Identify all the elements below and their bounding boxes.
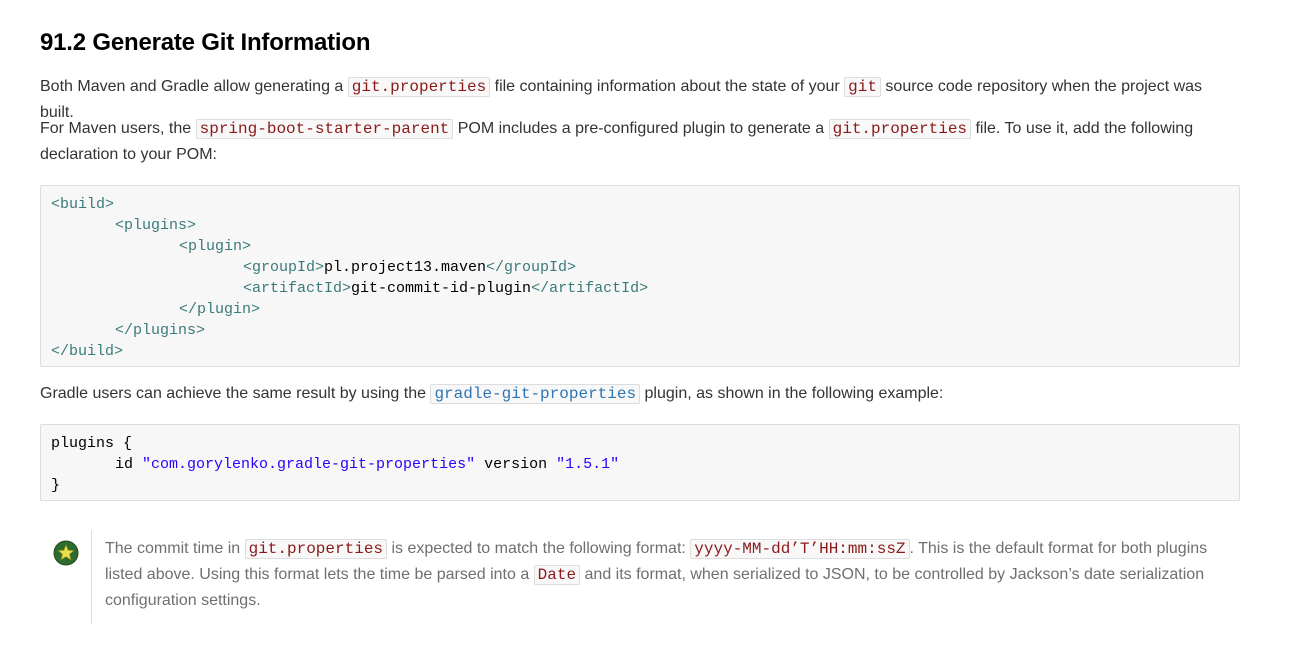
string-literal: "1.5.1" [556, 456, 620, 473]
xml-tag: </artifactId> [531, 280, 649, 297]
text: Both Maven and Gradle allow generating a [40, 78, 348, 95]
paragraph-gradle: Gradle users can achieve the same result… [40, 381, 1240, 407]
section-heading: 91.2 Generate Git Information [40, 29, 371, 56]
tip-admonition: The commit time in git.properties is exp… [40, 530, 1240, 624]
code-line: } [51, 477, 61, 494]
code-line: id "com.gorylenko.gradle-git-properties"… [51, 454, 1229, 475]
xml-value: git-commit-id-plugin [351, 280, 532, 297]
xml-tag: <groupId> [243, 259, 325, 276]
paragraph-maven: For Maven users, the spring-boot-starter… [40, 116, 1240, 168]
code-git: git [844, 77, 881, 97]
xml-value: pl.project13.maven [324, 259, 487, 276]
code-line: </build> [51, 343, 124, 360]
text: POM includes a pre-configured plugin to … [453, 120, 829, 137]
text: Gradle users can achieve the same result… [40, 385, 431, 402]
text: The commit time in [105, 540, 245, 557]
code-git-properties: git.properties [347, 77, 491, 97]
code-date: Date [533, 565, 581, 585]
code-line: <plugins> [115, 217, 197, 234]
code-starter-parent: spring-boot-starter-parent [195, 119, 454, 139]
code-line: plugins { [51, 435, 133, 452]
code-git-properties: git.properties [244, 539, 388, 559]
gradle-code-block[interactable]: plugins { id "com.gorylenko.gradle-git-pr… [40, 424, 1240, 501]
code-git-properties: git.properties [828, 119, 972, 139]
code-line: <groupId>pl.project13.maven</groupId> [51, 257, 1229, 278]
code-line: </plugins> [115, 322, 206, 339]
code-line: <plugin> [179, 238, 252, 255]
text: file containing information about the st… [490, 78, 845, 95]
keyword: id [115, 456, 143, 473]
text: plugin, as shown in the following exampl… [640, 385, 944, 402]
xml-tag: <artifactId> [243, 280, 352, 297]
xml-tag: </groupId> [486, 259, 577, 276]
string-literal: "com.gorylenko.gradle-git-properties" [142, 456, 476, 473]
gradle-git-properties-link[interactable]: gradle-git-properties [430, 384, 641, 404]
tip-text: The commit time in git.properties is exp… [105, 536, 1215, 614]
maven-code-block[interactable]: <build> <plugins> <plugin> <groupId>pl.proj… [40, 185, 1240, 367]
code-line: <build> [51, 196, 115, 213]
code-line: </plugin> [179, 301, 261, 318]
keyword: version [475, 456, 557, 473]
code-date-format: yyyy-MM-dd’T’HH:mm:ssZ [690, 539, 910, 559]
tip-divider [91, 530, 92, 624]
text: is expected to match the following forma… [387, 540, 691, 557]
text: For Maven users, the [40, 120, 196, 137]
code-line: <artifactId>git-commit-id-plugin</artifa… [51, 278, 1229, 299]
star-tip-icon [53, 540, 79, 566]
